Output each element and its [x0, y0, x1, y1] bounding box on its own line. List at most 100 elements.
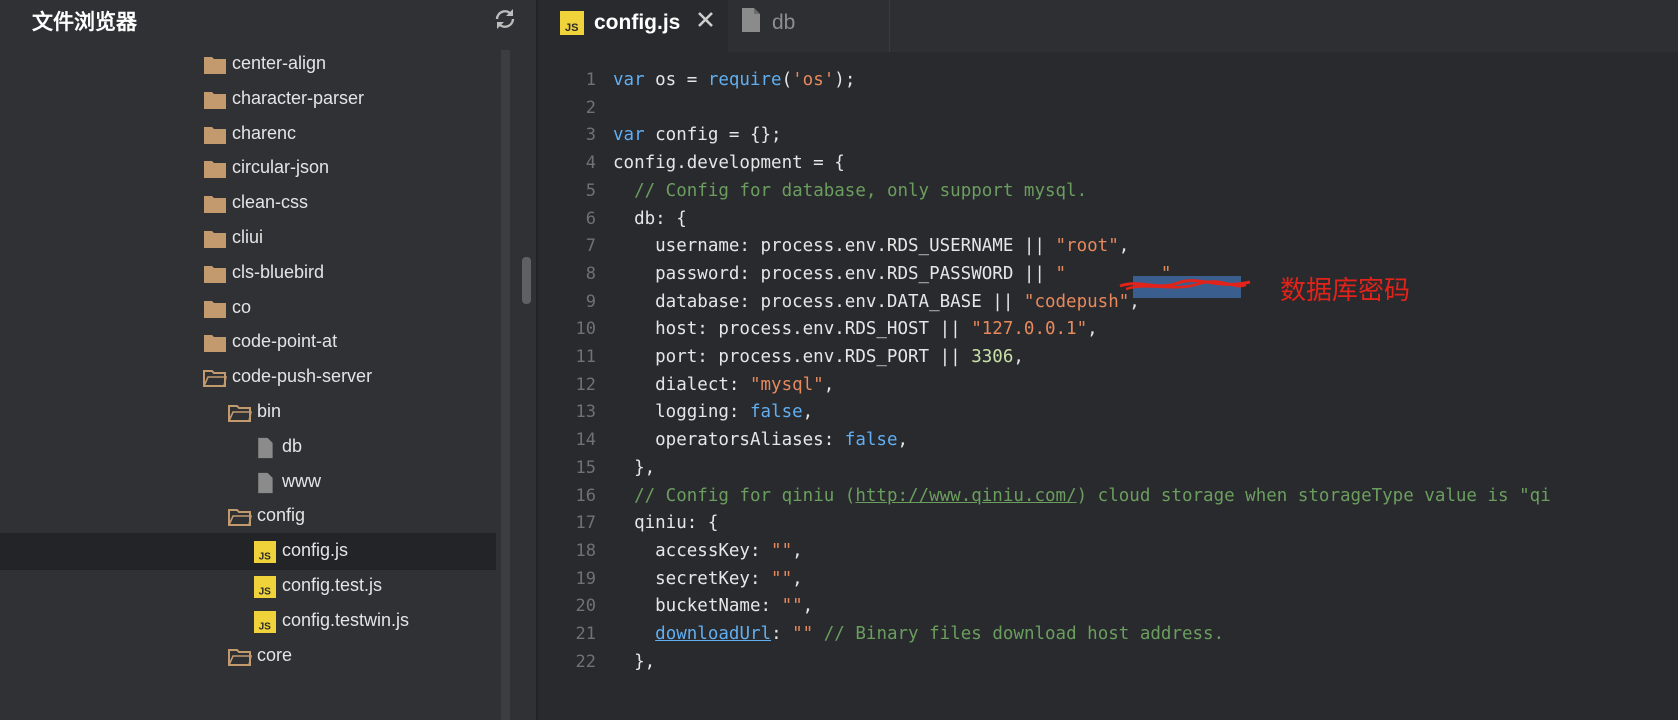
editor-tab-bar: JS config.js db: [538, 0, 1678, 52]
tree-item-cliui[interactable]: cliui: [0, 220, 496, 257]
folder-icon: [204, 265, 226, 283]
tree-item-label: character-parser: [232, 87, 365, 108]
tree-item-circular-json[interactable]: circular-json: [0, 150, 496, 187]
close-icon[interactable]: [695, 9, 717, 31]
line-number: 13: [575, 402, 596, 423]
tree-item-label: config: [257, 505, 306, 526]
tab-config-js[interactable]: JS config.js: [538, 0, 728, 52]
tree-item-config-testwin-js[interactable]: JS config.testwin.js: [0, 603, 496, 640]
line-number: 12: [575, 374, 596, 395]
code-text: db: {: [613, 208, 687, 229]
line-number: 19: [575, 568, 596, 589]
code-text: config.development = {: [613, 153, 845, 174]
tree-item-label: co: [232, 296, 252, 317]
tree-item-config[interactable]: config: [0, 498, 496, 535]
line-number: 20: [575, 596, 596, 617]
tree-item-code-push-server[interactable]: code-push-server: [0, 359, 496, 396]
code-line: 15 },: [538, 454, 1678, 483]
line-number: 11: [575, 347, 596, 367]
tree-item-db[interactable]: db: [0, 429, 496, 466]
code-text: qiniu: {: [613, 513, 719, 534]
code-text: },: [613, 457, 656, 478]
code-text: // Config for database, only support mys…: [634, 180, 1088, 201]
code-text: var os = require('os');: [613, 70, 856, 90]
tree-item-label: config.js: [282, 540, 349, 561]
tree-item-co[interactable]: co: [0, 290, 496, 327]
svg-text:JS: JS: [259, 552, 272, 563]
tree-item-label: cls-bluebird: [232, 261, 325, 282]
folder-icon: [204, 57, 226, 74]
code-line: 12 dialect: "mysql",: [538, 371, 1678, 400]
folder-icon: [204, 161, 226, 179]
folder-open-icon: [228, 648, 252, 666]
line-number: 18: [575, 540, 596, 561]
code-line: 20 bucketName: "",: [538, 592, 1678, 621]
folder-icon: [204, 196, 226, 214]
tree-item-center-align[interactable]: center-align: [0, 46, 496, 83]
code-text: password: process.env.RDS_PASSWORD || " …: [613, 263, 1182, 284]
code-line: 4 config.development = {: [538, 149, 1678, 178]
js-file-icon: JS: [254, 610, 276, 633]
tree-item-www[interactable]: www: [0, 464, 496, 501]
annotation-label: 数据库密码: [1280, 276, 1411, 306]
svg-text:JS: JS: [259, 621, 272, 632]
folder-icon: [204, 126, 226, 144]
line-number: 1: [585, 70, 596, 90]
code-text: host: process.env.RDS_HOST || "127.0.0.1…: [613, 319, 1098, 340]
code-line: 17 qiniu: {: [538, 509, 1678, 538]
code-line: 21 downloadUrl: "" // Binary files downl…: [538, 620, 1678, 649]
folder-open-icon: [203, 370, 227, 388]
code-text: // Config for qiniu (http://www.qiniu.co…: [634, 485, 1551, 506]
code-text: },: [613, 651, 656, 672]
tree-item-label: code-point-at: [232, 331, 338, 352]
code-text: port: process.env.RDS_PORT || 3306,: [613, 347, 1024, 367]
sidebar-header: 文件浏览器: [0, 0, 538, 40]
line-number: 5: [585, 180, 596, 201]
tree-item-label: bin: [257, 401, 282, 421]
folder-icon: [204, 335, 226, 353]
code-text: downloadUrl: "" // Binary files download…: [655, 624, 1225, 644]
code-line: 16 // Config for qiniu (http://www.qiniu…: [538, 482, 1678, 511]
refresh-icon[interactable]: [490, 4, 520, 34]
code-text: database: process.env.DATA_BASE || "code…: [613, 291, 1140, 312]
line-number: 14: [575, 430, 596, 451]
red-scribble-mark: [1119, 279, 1251, 291]
tree-item-character-parser[interactable]: character-parser: [0, 81, 496, 118]
code-line: 1 var os = require('os');: [538, 66, 1678, 95]
folder-icon: [204, 231, 226, 248]
tree-item-label: db: [282, 435, 303, 456]
tree-item-bin[interactable]: bin: [0, 394, 496, 431]
tree-item-cls-bluebird[interactable]: cls-bluebird: [0, 255, 496, 292]
tree-item-code-point-at[interactable]: code-point-at: [0, 324, 496, 361]
sidebar-scrollbar-track[interactable]: [501, 50, 510, 720]
line-number: 4: [585, 153, 596, 174]
code-line: 5 // Config for database, only support m…: [538, 177, 1678, 206]
line-number: 3: [585, 125, 596, 146]
line-number: 10: [575, 319, 596, 340]
line-number: 16: [575, 485, 596, 506]
js-file-icon: JS: [254, 541, 276, 564]
sidebar-scrollbar-thumb[interactable]: [522, 257, 531, 304]
tree-item-label: charenc: [232, 122, 297, 143]
js-file-icon: JS: [560, 11, 584, 35]
svg-text:JS: JS: [259, 586, 272, 597]
line-number: 21: [575, 624, 596, 644]
folder-icon: [204, 91, 226, 109]
folder-open-icon: [228, 405, 252, 422]
code-line: 11 port: process.env.RDS_PORT || 3306,: [538, 343, 1678, 372]
tree-item-charenc[interactable]: charenc: [0, 116, 496, 153]
tree-item-core[interactable]: core: [0, 638, 496, 675]
tree-item-clean-css[interactable]: clean-css: [0, 185, 496, 222]
code-text: bucketName: "",: [613, 596, 814, 617]
folder-open-icon: [228, 509, 252, 527]
code-editor[interactable]: 1 var os = require('os'); 2 3 var config = {…: [538, 52, 1678, 720]
tab-db[interactable]: db: [729, 0, 890, 52]
tree-item-config-test-js[interactable]: JS config.test.js: [0, 568, 496, 605]
code-line: 13 logging: false,: [538, 398, 1678, 427]
code-text: username: process.env.RDS_USERNAME || "r…: [613, 236, 1130, 257]
code-line: 6 db: {: [538, 205, 1678, 234]
tree-item-config-js[interactable]: JS config.js: [0, 533, 496, 571]
code-text: var config = {};: [613, 125, 782, 146]
line-number: 22: [575, 651, 596, 672]
code-line: 7 username: process.env.RDS_USERNAME || …: [538, 232, 1678, 261]
